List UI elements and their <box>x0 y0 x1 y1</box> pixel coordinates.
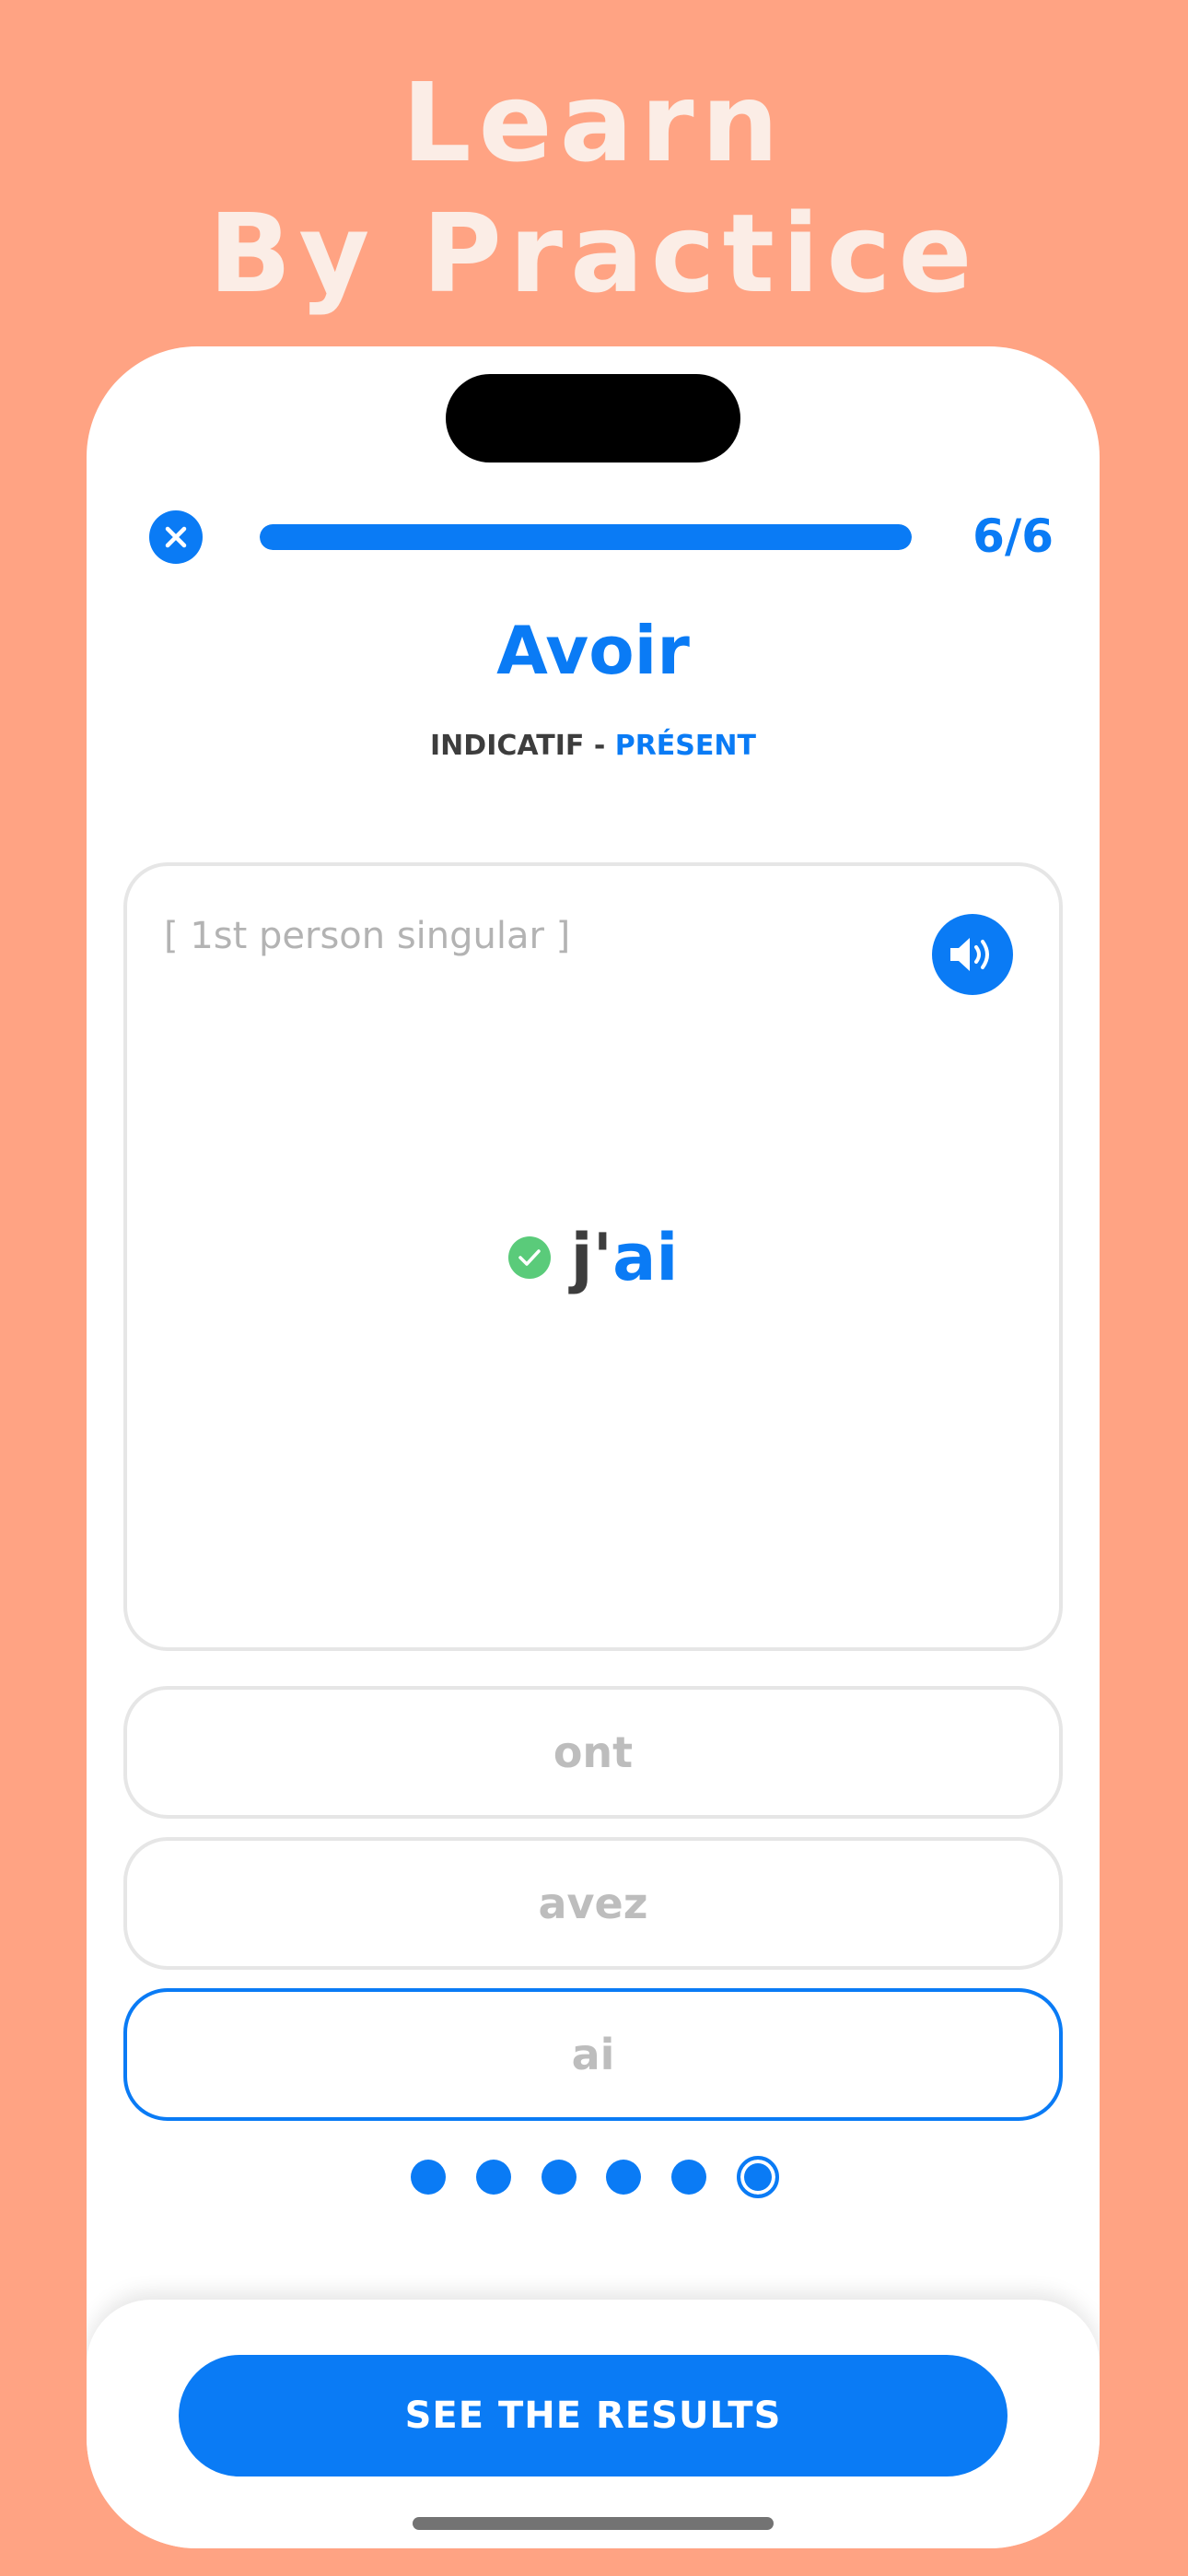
question-card: [ 1st person singular ] j'ai <box>123 862 1063 1651</box>
phone-screen: 6/6 Avoir INDICATIF - PRÉSENT [ 1st pers… <box>87 346 1100 2548</box>
dynamic-island <box>446 374 740 463</box>
answer-form: ai <box>612 1220 679 1295</box>
answer-text: j'ai <box>571 1216 679 1299</box>
page-dot-current <box>736 2156 779 2198</box>
option-button-1[interactable]: ont <box>123 1686 1063 1819</box>
close-button[interactable] <box>149 510 203 564</box>
play-audio-button[interactable] <box>932 914 1013 995</box>
answer-pronoun: j' <box>570 1220 613 1295</box>
progress-fill <box>260 524 912 550</box>
tense-text: PRÉSENT <box>614 730 756 762</box>
bottom-sheet: SEE THE RESULTS <box>87 2300 1100 2548</box>
headline-line-1: Learn <box>402 59 786 186</box>
headline-line-2: By Practice <box>208 190 980 317</box>
page-dot <box>541 2160 577 2195</box>
page-dot <box>606 2160 642 2195</box>
page-dot <box>671 2160 707 2195</box>
mood-text: INDICATIF - <box>430 730 615 762</box>
option-button-3[interactable]: ai <box>123 1988 1063 2121</box>
page-indicator <box>411 2154 779 2200</box>
page-dot <box>475 2160 511 2195</box>
checkmark-circle-icon <box>507 1236 551 1279</box>
person-hint: [ 1st person singular ] <box>164 915 571 957</box>
marketing-headline: Learn By Practice <box>0 57 1188 319</box>
answer-display: j'ai <box>127 1216 1059 1299</box>
page-dot <box>411 2160 446 2195</box>
option-button-2[interactable]: avez <box>123 1837 1063 1970</box>
speaker-icon <box>950 938 989 971</box>
home-indicator <box>413 2517 774 2530</box>
progress-bar <box>260 524 912 550</box>
verb-title: Avoir <box>496 612 690 689</box>
see-results-button[interactable]: SEE THE RESULTS <box>179 2355 1007 2476</box>
progress-counter: 6/6 <box>973 509 1054 563</box>
close-icon <box>165 526 187 548</box>
tense-label: INDICATIF - PRÉSENT <box>87 728 1100 765</box>
